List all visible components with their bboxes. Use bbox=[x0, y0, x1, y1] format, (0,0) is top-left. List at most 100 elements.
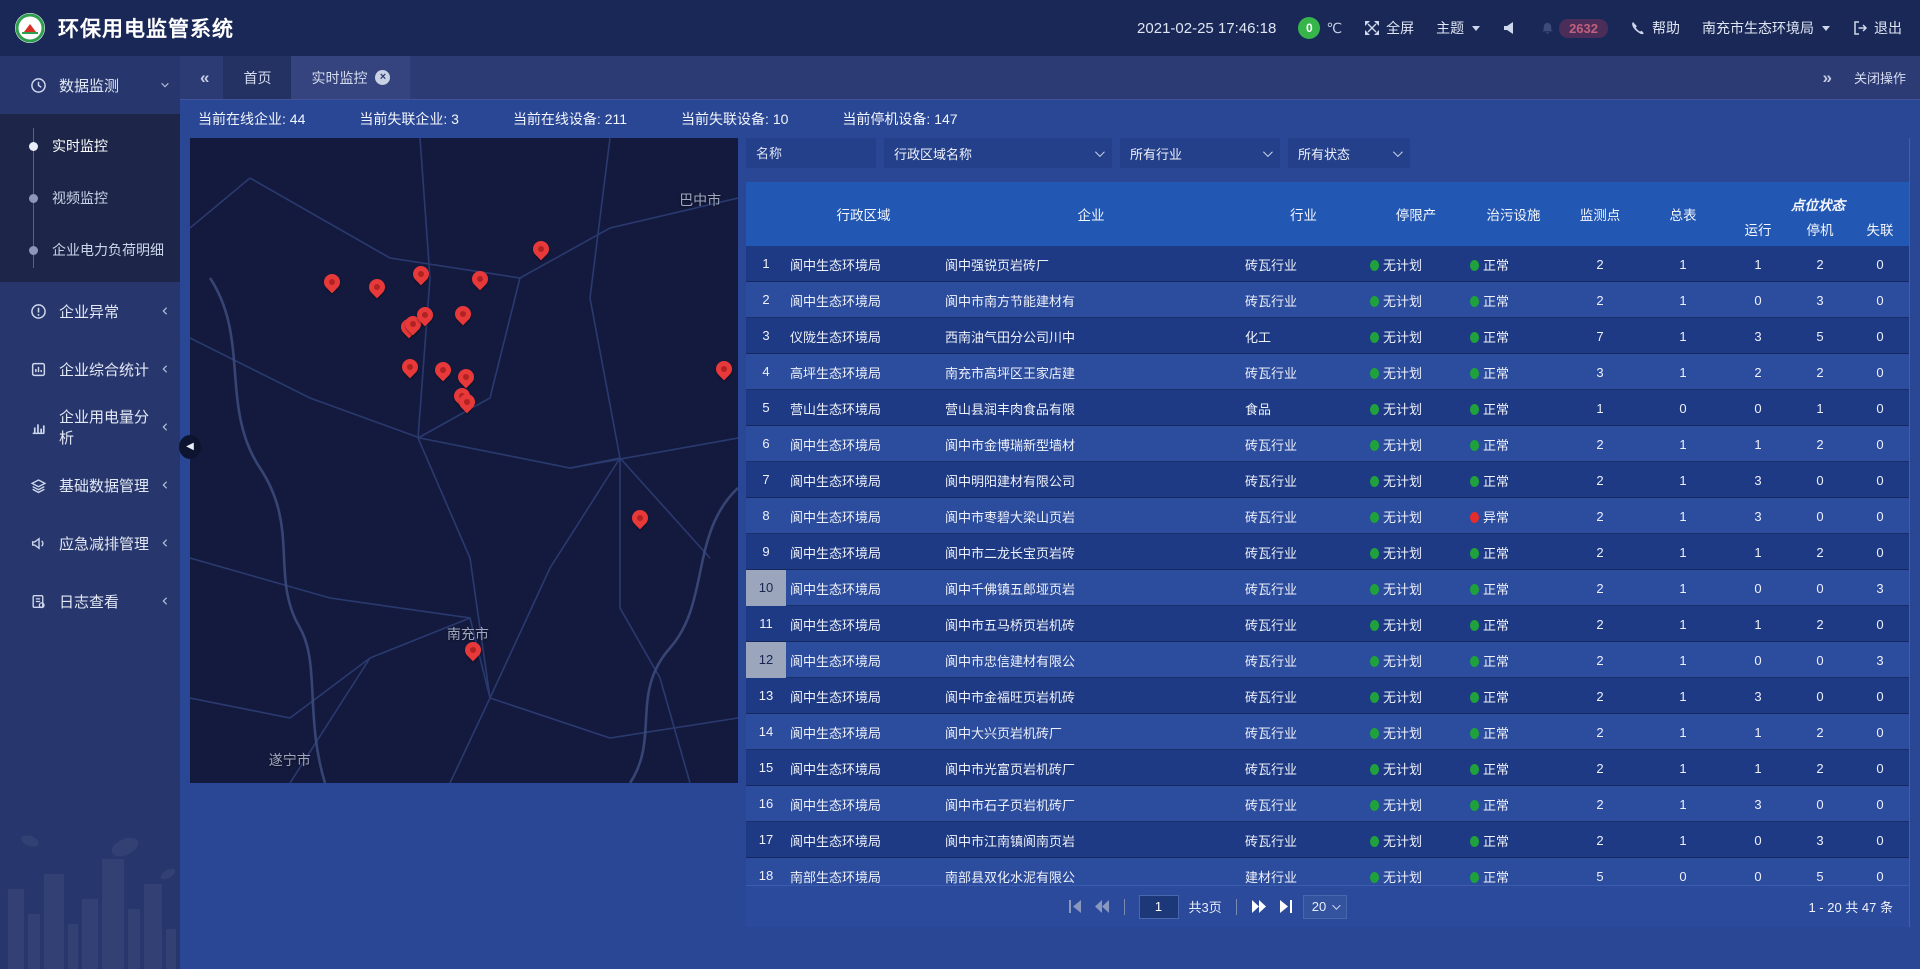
sidebar-item-企业用电量分析[interactable]: 企业用电量分析 bbox=[0, 398, 180, 456]
cell-total-meters: 1 bbox=[1639, 617, 1727, 632]
cell-rownum: 15 bbox=[746, 750, 786, 786]
cell-monitor-points: 2 bbox=[1561, 473, 1639, 488]
sidebar-subitem-视频监控[interactable]: 视频监控 bbox=[0, 172, 180, 224]
sidebar-item-日志查看[interactable]: 日志查看 bbox=[0, 572, 180, 630]
cell-lost: 0 bbox=[1851, 689, 1909, 704]
industry-filter-select[interactable]: 所有行业 bbox=[1120, 138, 1280, 168]
chevron-down-icon bbox=[160, 80, 170, 90]
sidebar-item-应急减排管理[interactable]: 应急减排管理 bbox=[0, 514, 180, 572]
logout-button[interactable]: 退出 bbox=[1852, 18, 1902, 38]
sidebar-subitem-实时监控[interactable]: 实时监控 bbox=[0, 120, 180, 172]
cell-running: 0 bbox=[1727, 581, 1789, 596]
speaker-icon bbox=[1502, 20, 1518, 36]
table-row[interactable]: 1阆中生态环境局阆中强锐页岩砖厂砖瓦行业无计划正常21120 bbox=[746, 246, 1909, 282]
stat-value: 211 bbox=[605, 111, 627, 127]
sidebar-item-数据监测[interactable]: 数据监测 bbox=[0, 56, 180, 114]
close-operations-button[interactable]: 关闭操作 bbox=[1854, 68, 1906, 87]
cell-limit-production: 无计划 bbox=[1366, 867, 1466, 886]
table-row[interactable]: 6阆中生态环境局阆中市金博瑞新型墙材砖瓦行业无计划正常21120 bbox=[746, 426, 1909, 462]
cell-company: 阆中市枣碧大梁山页岩 bbox=[941, 507, 1241, 526]
cell-running: 1 bbox=[1727, 761, 1789, 776]
status-dot bbox=[1470, 872, 1479, 883]
stat-当前停机设备: 当前停机设备: 147 bbox=[842, 109, 957, 129]
current-page-input[interactable]: 1 bbox=[1139, 895, 1179, 919]
table-row[interactable]: 5营山生态环境局营山县润丰肉食品有限食品无计划正常10010 bbox=[746, 390, 1909, 426]
status-dot bbox=[1470, 656, 1479, 667]
cell-pollution-facility: 正常 bbox=[1466, 471, 1561, 490]
notifications-button[interactable]: 2632 bbox=[1540, 19, 1608, 38]
table-row[interactable]: 2阆中生态环境局阆中市南方节能建材有砖瓦行业无计划正常21030 bbox=[746, 282, 1909, 318]
status-filter-select[interactable]: 所有状态 bbox=[1288, 138, 1410, 168]
table-row[interactable]: 15阆中生态环境局阆中市光富页岩机砖厂砖瓦行业无计划正常21120 bbox=[746, 750, 1909, 786]
cell-rownum: 5 bbox=[746, 390, 786, 426]
first-page-button[interactable] bbox=[1068, 900, 1084, 913]
sidebar-item-企业综合统计[interactable]: 企业综合统计 bbox=[0, 340, 180, 398]
cell-lost: 0 bbox=[1851, 617, 1909, 632]
last-page-button[interactable] bbox=[1277, 900, 1293, 913]
cell-total-meters: 1 bbox=[1639, 437, 1727, 452]
top-header: 环保用电监管系统 2021-02-25 17:46:18 0 ℃ 全屏 主题 bbox=[0, 0, 1920, 56]
tabs-scroll-right-button[interactable]: » bbox=[1817, 68, 1838, 88]
bullet-icon bbox=[29, 246, 38, 255]
map-panel[interactable]: 巴中市南充市遂宁市 ◀ bbox=[190, 138, 738, 783]
next-page-button[interactable] bbox=[1251, 900, 1267, 913]
name-filter-input[interactable] bbox=[746, 138, 876, 168]
fullscreen-button[interactable]: 全屏 bbox=[1364, 18, 1414, 38]
table-header: 行政区域 企业 行业 停限产 治污设施 监测点 总表 点位状态 运行 停机 失联 bbox=[746, 182, 1909, 246]
page-size-select[interactable]: 20 bbox=[1303, 895, 1347, 919]
table-row[interactable]: 17阆中生态环境局阆中市江南镇阆南页岩砖瓦行业无计划正常21030 bbox=[746, 822, 1909, 858]
sidebar-item-基础数据管理[interactable]: 基础数据管理 bbox=[0, 456, 180, 514]
cell-lost: 0 bbox=[1851, 761, 1909, 776]
region-filter-select[interactable]: 行政区域名称 bbox=[884, 138, 1112, 168]
status-dot bbox=[1370, 440, 1379, 451]
table-row[interactable]: 18南部生态环境局南部县双化水泥有限公建材行业无计划正常50050 bbox=[746, 858, 1909, 885]
table-row[interactable]: 11阆中生态环境局阆中市五马桥页岩机砖砖瓦行业无计划正常21120 bbox=[746, 606, 1909, 642]
tab-close-icon[interactable]: × bbox=[375, 70, 390, 85]
mute-button[interactable] bbox=[1502, 20, 1518, 36]
tabs-scroll-left-button[interactable]: « bbox=[194, 68, 215, 88]
chevron-down-icon bbox=[1393, 147, 1403, 157]
cell-region: 阆中生态环境局 bbox=[786, 507, 941, 526]
cell-lost: 3 bbox=[1851, 653, 1909, 668]
cell-running: 3 bbox=[1727, 509, 1789, 524]
sidebar-subitem-企业电力负荷明细[interactable]: 企业电力负荷明细 bbox=[0, 224, 180, 276]
cell-pollution-facility: 正常 bbox=[1466, 687, 1561, 706]
cell-running: 0 bbox=[1727, 293, 1789, 308]
tab-实时监控[interactable]: 实时监控× bbox=[291, 56, 410, 99]
cell-stopped: 5 bbox=[1789, 869, 1851, 884]
status-dot bbox=[1370, 656, 1379, 667]
cell-pollution-facility: 正常 bbox=[1466, 363, 1561, 382]
cell-limit-production: 无计划 bbox=[1366, 615, 1466, 634]
table-row[interactable]: 8阆中生态环境局阆中市枣碧大梁山页岩砖瓦行业无计划异常21300 bbox=[746, 498, 1909, 534]
col-company: 企业 bbox=[941, 182, 1241, 246]
table-row[interactable]: 4高坪生态环境局南充市高坪区王家店建砖瓦行业无计划正常31220 bbox=[746, 354, 1909, 390]
org-menu-button[interactable]: 南充市生态环境局 bbox=[1702, 18, 1830, 38]
megaphone-icon bbox=[30, 535, 47, 552]
status-dot bbox=[1470, 800, 1479, 811]
table-row[interactable]: 7阆中生态环境局阆中明阳建材有限公司砖瓦行业无计划正常21300 bbox=[746, 462, 1909, 498]
cell-stopped: 2 bbox=[1789, 437, 1851, 452]
table-row[interactable]: 9阆中生态环境局阆中市二龙长宝页岩砖砖瓦行业无计划正常21120 bbox=[746, 534, 1909, 570]
page-size-value: 20 bbox=[1312, 899, 1326, 914]
table-row[interactable]: 14阆中生态环境局阆中大兴页岩机砖厂砖瓦行业无计划正常21120 bbox=[746, 714, 1909, 750]
theme-menu-button[interactable]: 主题 bbox=[1436, 18, 1480, 38]
sidebar-item-企业异常[interactable]: 企业异常 bbox=[0, 282, 180, 340]
cell-lost: 0 bbox=[1851, 869, 1909, 884]
cell-limit-production: 无计划 bbox=[1366, 759, 1466, 778]
map-collapse-handle[interactable]: ◀ bbox=[179, 435, 201, 459]
tab-首页[interactable]: 首页 bbox=[223, 56, 291, 99]
cell-pollution-facility: 正常 bbox=[1466, 723, 1561, 742]
help-button[interactable]: 帮助 bbox=[1630, 18, 1680, 38]
table-row[interactable]: 16阆中生态环境局阆中市石子页岩机砖厂砖瓦行业无计划正常21300 bbox=[746, 786, 1909, 822]
table-row[interactable]: 12阆中生态环境局阆中市忠信建材有限公砖瓦行业无计划正常21003 bbox=[746, 642, 1909, 678]
prev-page-button[interactable] bbox=[1094, 900, 1110, 913]
app-logo-icon bbox=[14, 12, 46, 44]
table-row[interactable]: 3仪陇生态环境局西南油气田分公司川中化工无计划正常71350 bbox=[746, 318, 1909, 354]
cell-lost: 0 bbox=[1851, 833, 1909, 848]
cell-total-meters: 1 bbox=[1639, 509, 1727, 524]
cell-limit-production: 无计划 bbox=[1366, 687, 1466, 706]
table-row[interactable]: 10阆中生态环境局阆中千佛镇五郎垭页岩砖瓦行业无计划正常21003 bbox=[746, 570, 1909, 606]
stat-value: 3 bbox=[451, 111, 459, 127]
table-row[interactable]: 13阆中生态环境局阆中市金福旺页岩机砖砖瓦行业无计划正常21300 bbox=[746, 678, 1909, 714]
header-actions: 2021-02-25 17:46:18 0 ℃ 全屏 主题 bbox=[1137, 17, 1902, 39]
